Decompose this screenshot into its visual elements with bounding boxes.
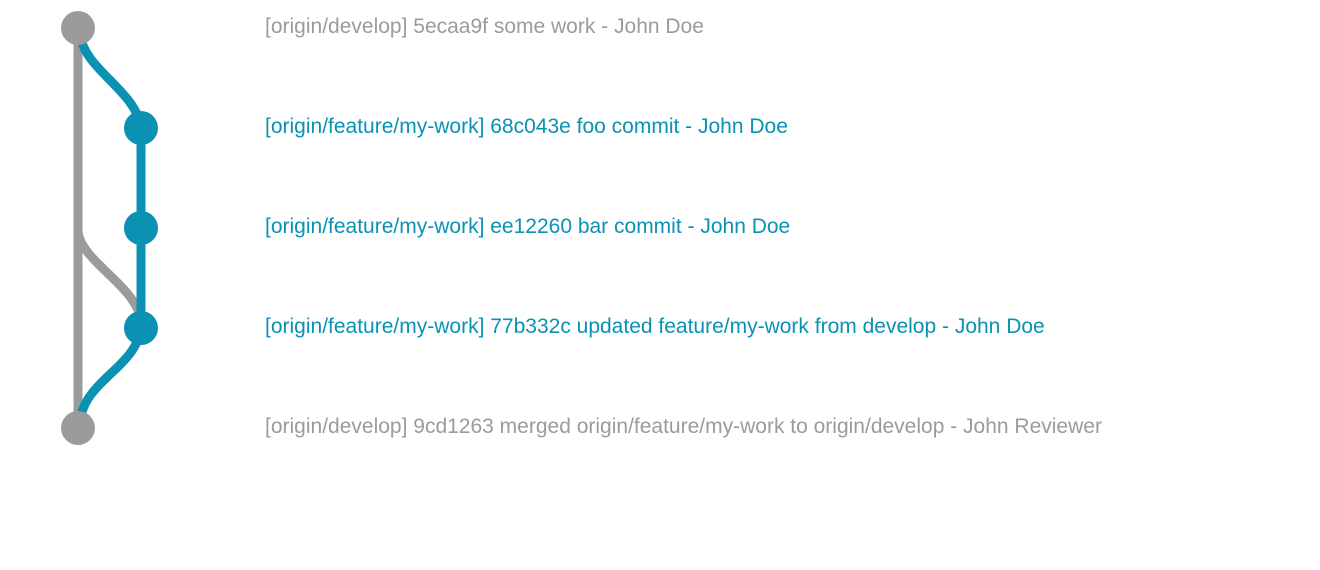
commit-node-ee12260[interactable] (124, 211, 158, 245)
commit-label-5ecaa9f[interactable]: [origin/develop] 5ecaa9f some work - Joh… (265, 15, 704, 39)
commit-node-5ecaa9f[interactable] (61, 11, 95, 45)
commit-label-77b332c[interactable]: [origin/feature/my-work] 77b332c updated… (265, 315, 1045, 339)
commit-node-77b332c[interactable] (124, 311, 158, 345)
commit-label-ee12260[interactable]: [origin/feature/my-work] ee12260 bar com… (265, 215, 790, 239)
commit-node-9cd1263[interactable] (61, 411, 95, 445)
commit-label-9cd1263[interactable]: [origin/develop] 9cd1263 merged origin/f… (265, 415, 1102, 439)
commit-graph (61, 11, 158, 445)
commit-node-68c043e[interactable] (124, 111, 158, 145)
develop-to-feature-merge-line (73, 227, 146, 325)
commit-label-68c043e[interactable]: [origin/feature/my-work] 68c043e foo com… (265, 115, 788, 139)
